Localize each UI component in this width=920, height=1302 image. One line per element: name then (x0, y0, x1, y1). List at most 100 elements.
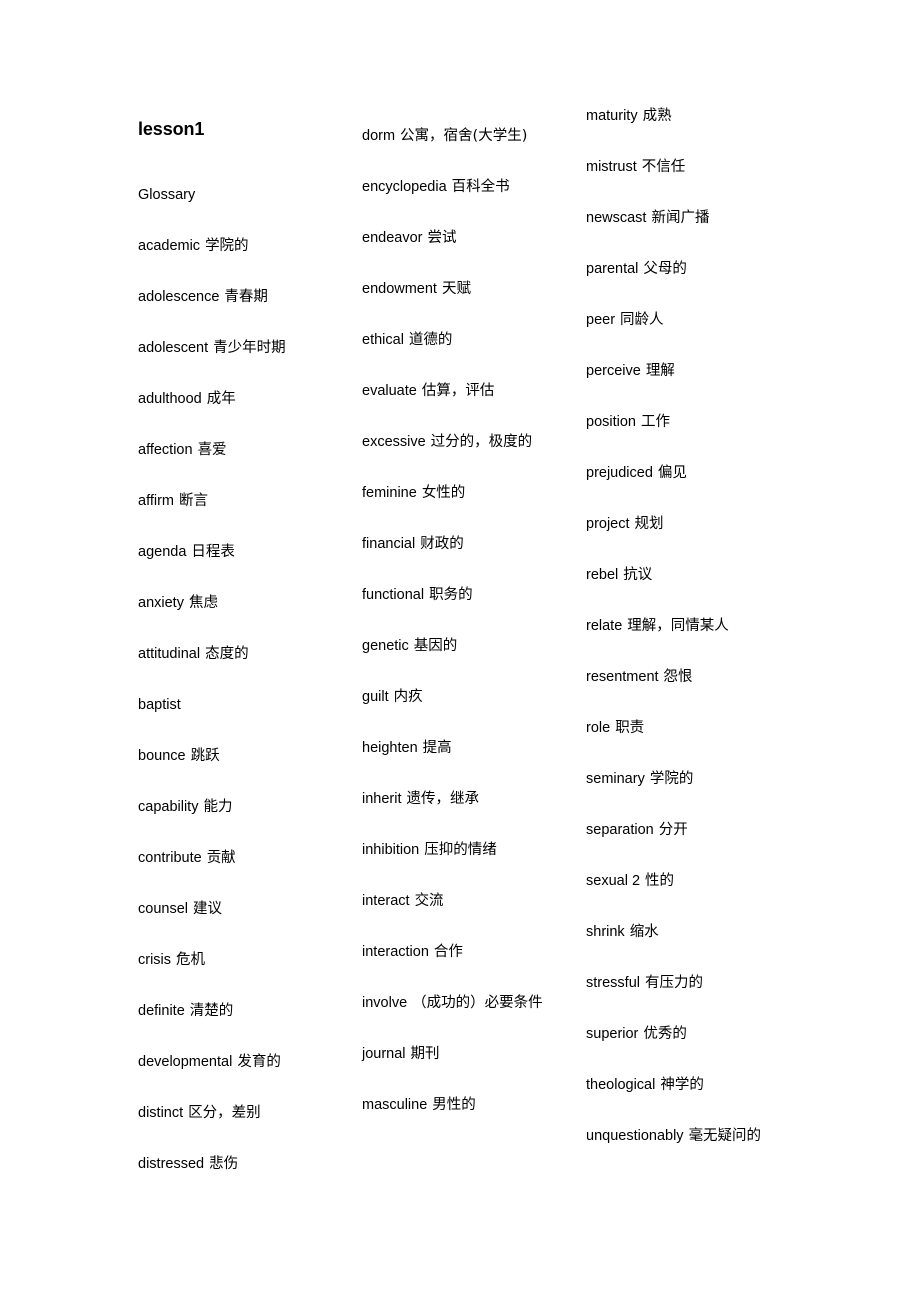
glossary-column-2: dorm 公寓，宿舍(大学生) encyclopedia 百科全书 endeavor 尝试… (362, 126, 577, 1116)
glossary-entry: capability 能力 (138, 797, 353, 818)
glossary-definition: 青春期 (224, 289, 268, 305)
glossary-entry: newscast 新闻广播 (586, 208, 794, 229)
glossary-definition: 理解，同情某人 (627, 618, 729, 634)
glossary-definition: 期刊 (410, 1046, 440, 1062)
glossary-definition: 女性的 (421, 485, 466, 501)
glossary-term: distressed (138, 1156, 205, 1172)
glossary-definition: 清楚的 (189, 1003, 234, 1019)
glossary-definition: 态度的 (205, 646, 249, 662)
glossary-entry: distressed 悲伤 (138, 1154, 353, 1175)
glossary-column-1: lesson1 Glossary academic 学院的 adolescence 青春… (138, 118, 353, 1175)
glossary-term: involve (362, 995, 408, 1011)
glossary-definition: 发育的 (237, 1054, 281, 1070)
glossary-term: superior (586, 1026, 639, 1042)
glossary-definition: 父母的 (643, 261, 687, 277)
glossary-definition: 同龄人 (620, 312, 664, 328)
glossary-term: definite (138, 1003, 185, 1019)
glossary-definition: 断言 (179, 493, 208, 509)
glossary-term: mistrust (586, 159, 637, 175)
glossary-definition: 有压力的 (645, 975, 703, 991)
glossary-definition: 能力 (203, 799, 233, 815)
glossary-entry: position 工作 (586, 412, 794, 433)
glossary-definition: 提高 (422, 740, 452, 756)
glossary-definition: 抗议 (623, 567, 653, 583)
glossary-term: attitudinal (138, 646, 201, 662)
glossary-entry: inhibition 压抑的情绪 (362, 840, 577, 861)
glossary-term: capability (138, 799, 199, 815)
glossary-entry: endowment 天赋 (362, 279, 577, 300)
glossary-entry: adolescent 青少年时期 (138, 338, 353, 359)
glossary-definition: 缩水 (629, 924, 659, 940)
glossary-entry: maturity 成熟 (586, 106, 794, 127)
glossary-definition: 道德的 (408, 332, 453, 348)
glossary-entry: prejudiced 偏见 (586, 463, 794, 484)
glossary-entry: genetic 基因的 (362, 636, 577, 657)
glossary-term: developmental (138, 1054, 233, 1070)
glossary-term: feminine (362, 485, 417, 501)
glossary-entry: counsel 建议 (138, 899, 353, 920)
glossary-term: heighten (362, 740, 418, 756)
glossary-entry: evaluate 估算，评估 (362, 381, 577, 402)
glossary-term: inhibition (362, 842, 420, 858)
glossary-entry-list-2: dorm 公寓，宿舍(大学生) encyclopedia 百科全书 endeavor 尝试… (362, 126, 577, 1116)
glossary-term: peer (586, 312, 616, 328)
glossary-term: maturity (586, 108, 638, 124)
page-title: lesson1 (138, 119, 205, 139)
glossary-definition: 跳跃 (190, 748, 220, 764)
glossary-definition: 危机 (176, 952, 206, 968)
glossary-definition: 交流 (414, 893, 444, 909)
glossary-term: affection (138, 442, 193, 458)
glossary-entry: distinct 区分，差别 (138, 1103, 353, 1124)
glossary-definition: 百科全书 (451, 179, 510, 195)
glossary-definition: 学院的 (649, 771, 694, 787)
glossary-entry: ethical 道德的 (362, 330, 577, 351)
glossary-term: academic (138, 238, 201, 254)
glossary-definition: 基因的 (413, 638, 458, 654)
glossary-entry: attitudinal 态度的 (138, 644, 353, 665)
glossary-term: excessive (362, 434, 426, 450)
glossary-term: interact (362, 893, 410, 909)
glossary-term: affirm (138, 493, 174, 509)
glossary-term: encyclopedia (362, 179, 447, 195)
glossary-entry: agenda 日程表 (138, 542, 353, 563)
glossary-definition: 怨恨 (663, 669, 693, 685)
glossary-definition: 新闻广播 (651, 210, 710, 226)
glossary-entry: separation 分开 (586, 820, 794, 841)
glossary-definition: 内疚 (393, 689, 423, 705)
glossary-entry: definite 清楚的 (138, 1001, 353, 1022)
glossary-definition: 分开 (658, 822, 688, 838)
glossary-entry: involve （成功的）必要条件 (362, 993, 577, 1014)
glossary-term: rebel (586, 567, 619, 583)
glossary-term: shrink (586, 924, 625, 940)
glossary-definition: 理解 (645, 363, 675, 379)
glossary-term: newscast (586, 210, 647, 226)
glossary-term: perceive (586, 363, 641, 379)
glossary-term: role (586, 720, 611, 736)
glossary-term: anxiety (138, 595, 184, 611)
glossary-entry: parental 父母的 (586, 259, 794, 280)
glossary-entry: journal 期刊 (362, 1044, 577, 1065)
glossary-definition: （成功的）必要条件 (412, 995, 543, 1011)
glossary-definition: 不信任 (641, 159, 686, 175)
glossary-term: prejudiced (586, 465, 653, 481)
glossary-term: guilt (362, 689, 389, 705)
glossary-term: baptist (138, 697, 181, 713)
glossary-entry: functional 职务的 (362, 585, 577, 606)
glossary-definition: 尝试 (427, 230, 457, 246)
glossary-definition: 焦虑 (188, 595, 218, 611)
glossary-term: project (586, 516, 630, 532)
glossary-term: relate (586, 618, 623, 634)
glossary-term: evaluate (362, 383, 417, 399)
glossary-entry: heighten 提高 (362, 738, 577, 759)
glossary-term: separation (586, 822, 654, 838)
glossary-term: theological (586, 1077, 656, 1093)
glossary-term: stressful (586, 975, 640, 991)
glossary-definition: 性的 (645, 873, 675, 889)
glossary-entry: role 职责 (586, 718, 794, 739)
glossary-term: endowment (362, 281, 437, 297)
glossary-definition: 青少年时期 (213, 340, 286, 356)
glossary-definition: 成年 (206, 391, 236, 407)
glossary-entry: perceive 理解 (586, 361, 794, 382)
glossary-entry: resentment 怨恨 (586, 667, 794, 688)
glossary-term: contribute (138, 850, 202, 866)
